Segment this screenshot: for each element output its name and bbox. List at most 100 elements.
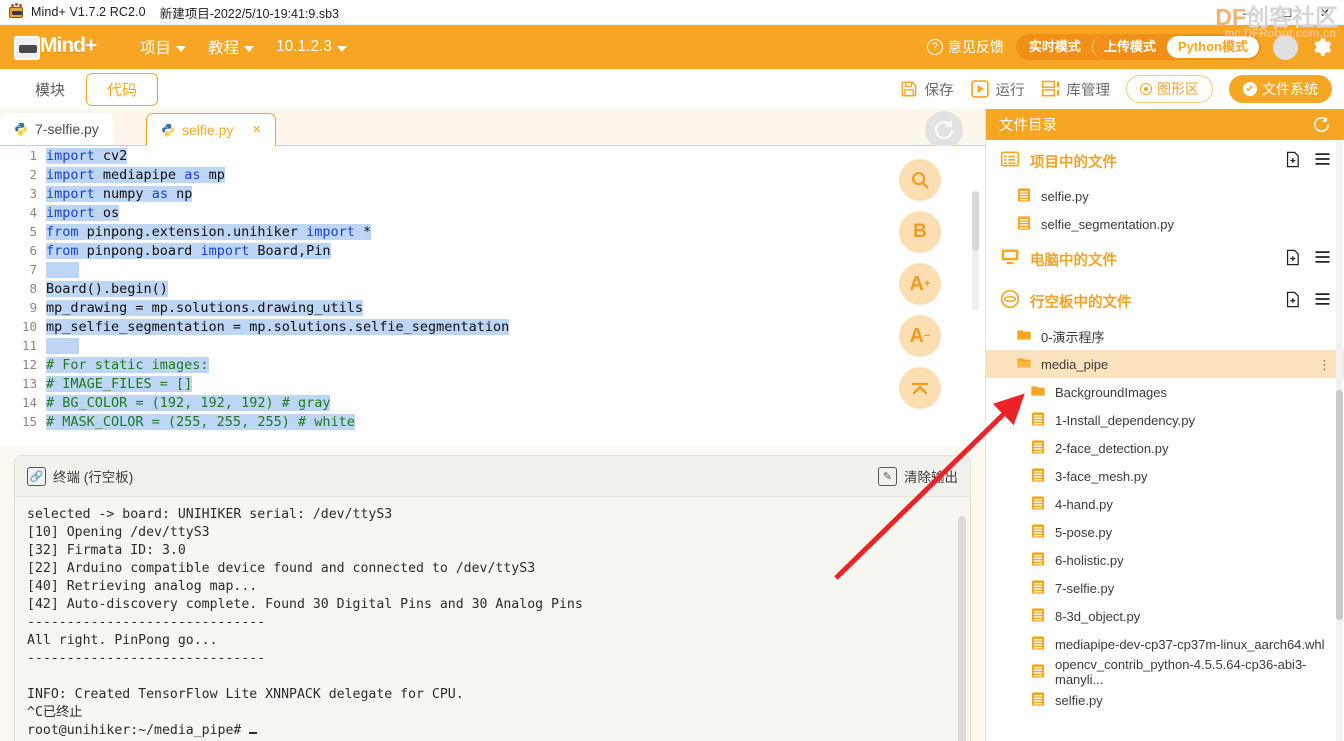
avatar[interactable] [1273,34,1298,60]
code-editor[interactable]: 1 import cv2 2 import mediapipe as mp 3 impor… [0,146,985,446]
code-line: 14 # BG_COLOR = (192, 192, 192) # gray [0,393,985,412]
hamburger-menu-icon[interactable] [1314,250,1331,268]
line-number: 15 [21,414,37,429]
chevron-down-icon [176,45,187,52]
file-tree-item[interactable]: 3-face_mesh.py [986,462,1344,490]
line-number: 1 [29,148,37,163]
file-group-label: 行空板中的文件 [1030,294,1132,311]
file-icon [1030,607,1046,626]
sidebar-header: 文件目录 [986,109,1344,140]
file-tree-item[interactable]: 7-selfie.py [986,574,1344,602]
line-number: 9 [29,300,37,315]
unihiker-icon [1000,289,1020,313]
mode-realtime[interactable]: 实时模式 [1018,36,1092,58]
bold-format-icon[interactable]: B [899,211,941,253]
editor-scrollbar[interactable] [972,191,979,311]
file-tree-item[interactable]: 1-Install_dependency.py [986,406,1344,434]
filesystem-button[interactable]: ✔ 文件系统 [1229,75,1332,103]
feedback-button[interactable]: ? 意见反馈 [926,37,1004,57]
sidebar-scrollbar[interactable] [1336,140,1343,741]
mode-upload[interactable]: 上传模式 [1091,36,1167,58]
question-circle-icon: ? [926,39,943,55]
file-tree-item[interactable]: media_pipe ⋮ [986,350,1344,378]
gear-icon[interactable] [1310,36,1332,58]
item-more-icon[interactable]: ⋮ [1318,358,1331,371]
file-icon [1030,579,1046,598]
close-button[interactable]: ✕ [1306,0,1344,25]
file-tree-item-label: 7-selfie.py [1055,580,1115,596]
file-tree-item[interactable]: 2-face_detection.py [986,434,1344,462]
code-text: import cv2 [46,147,128,164]
clear-output-button[interactable]: ✎ 清除输出 [878,466,958,486]
save-button[interactable]: 保存 [899,79,954,100]
file-tree-item-label: mediapipe-dev-cp37-cp37m-linux_aarch64.w… [1055,636,1325,652]
menu-tutorial[interactable]: 教程 [208,36,255,58]
file-tree-item[interactable]: 5-pose.py [986,518,1344,546]
menu-project[interactable]: 项目 [140,36,187,58]
file-tab-7-selfie[interactable]: 7-selfie.py [0,113,113,146]
run-button[interactable]: 运行 [970,79,1025,100]
file-tree-item[interactable]: 4-hand.py [986,490,1344,518]
mode-python[interactable]: Python模式 [1166,36,1259,58]
file-tree-item[interactable]: 0-演示程序 [986,322,1344,350]
file-tree-item[interactable]: selfie_segmentation.py [986,210,1344,238]
file-directory-sidebar: 文件目录 项目中的文件 selfie.py selfie_segmentation.… [985,109,1344,741]
hamburger-menu-icon[interactable] [1314,152,1331,170]
terminal-scrollbar[interactable] [958,516,966,741]
tab-code[interactable]: 代码 [86,72,159,106]
font-increase-icon[interactable]: A + [899,263,941,305]
code-text: mp_selfie_segmentation = mp.solutions.se… [46,318,510,335]
add-file-icon[interactable] [1284,291,1301,312]
graphics-area-button[interactable]: 图形区 [1126,75,1213,103]
menu-version[interactable]: 10.1.2.3 [276,38,348,56]
refresh-icon[interactable] [1312,115,1331,134]
close-icon[interactable]: × [252,121,261,138]
terminal-panel: 🔗 终端 (行空板) ✎ 清除输出 selected -> board: UNI… [14,455,971,741]
hamburger-menu-icon[interactable] [1314,292,1331,310]
file-tree-item[interactable]: 8-3d_object.py [986,602,1344,630]
file-group-1[interactable]: 电脑中的文件 [986,238,1344,280]
app-title: Mind+ V1.7.2 RC2.0 [31,5,146,19]
folder-open-icon [1016,355,1032,374]
code-text [46,337,79,354]
file-tab-selfie[interactable]: selfie.py × [146,113,277,146]
line-number: 10 [21,319,37,334]
file-icon [1030,551,1046,570]
file-tree-item[interactable]: opencv_contrib_python-4.5.5.64-cp36-abi3… [986,657,1344,687]
file-tree: 项目中的文件 selfie.py selfie_segmentation.py 电脑中… [986,140,1344,741]
add-file-icon[interactable] [1284,249,1301,270]
file-tree-item-label: 8-3d_object.py [1055,608,1141,624]
file-tree-item-label: 2-face_detection.py [1055,440,1169,456]
maximize-button[interactable]: ☐ [1268,0,1306,25]
terminal-output[interactable]: selected -> board: UNIHIKER serial: /dev… [15,497,970,741]
font-decrease-icon[interactable]: A − [899,315,941,357]
editor-floating-actions: B A + A − [899,159,941,409]
file-tree-item[interactable]: mediapipe-dev-cp37-cp37m-linux_aarch64.w… [986,630,1344,658]
add-file-icon[interactable] [1284,151,1301,172]
file-tree-item-label: selfie.py [1041,188,1089,204]
file-group-0[interactable]: 项目中的文件 [986,140,1344,182]
file-tree-item-label: 6-holistic.py [1055,552,1124,568]
file-tree-item[interactable]: BackgroundImages [986,378,1344,406]
sync-refresh-icon[interactable] [925,111,963,149]
code-text: import numpy as np [46,185,193,202]
code-line: 6 from pinpong.board import Board,Pin [0,241,985,260]
file-group-2[interactable]: 行空板中的文件 [986,280,1344,322]
search-icon[interactable] [899,159,941,201]
code-text [46,261,79,278]
save-label: 保存 [924,82,954,99]
tab-blocks[interactable]: 模块 [14,73,86,106]
terminal-header: 🔗 终端 (行空板) ✎ 清除输出 [15,456,970,497]
project-folder-icon [1000,149,1020,173]
file-tree-item[interactable]: 6-holistic.py [986,546,1344,574]
minimize-button[interactable]: — [1230,0,1268,25]
file-icon [1030,439,1046,458]
file-icon [1030,635,1046,654]
file-tree-item[interactable]: selfie.py [986,686,1344,714]
library-manager-button[interactable]: 库管理 [1041,79,1110,100]
line-number: 8 [29,281,37,296]
collapse-up-icon[interactable] [899,367,941,409]
file-group-label: 项目中的文件 [1030,154,1117,171]
computer-icon [1000,247,1020,271]
file-tree-item[interactable]: selfie.py [986,182,1344,210]
